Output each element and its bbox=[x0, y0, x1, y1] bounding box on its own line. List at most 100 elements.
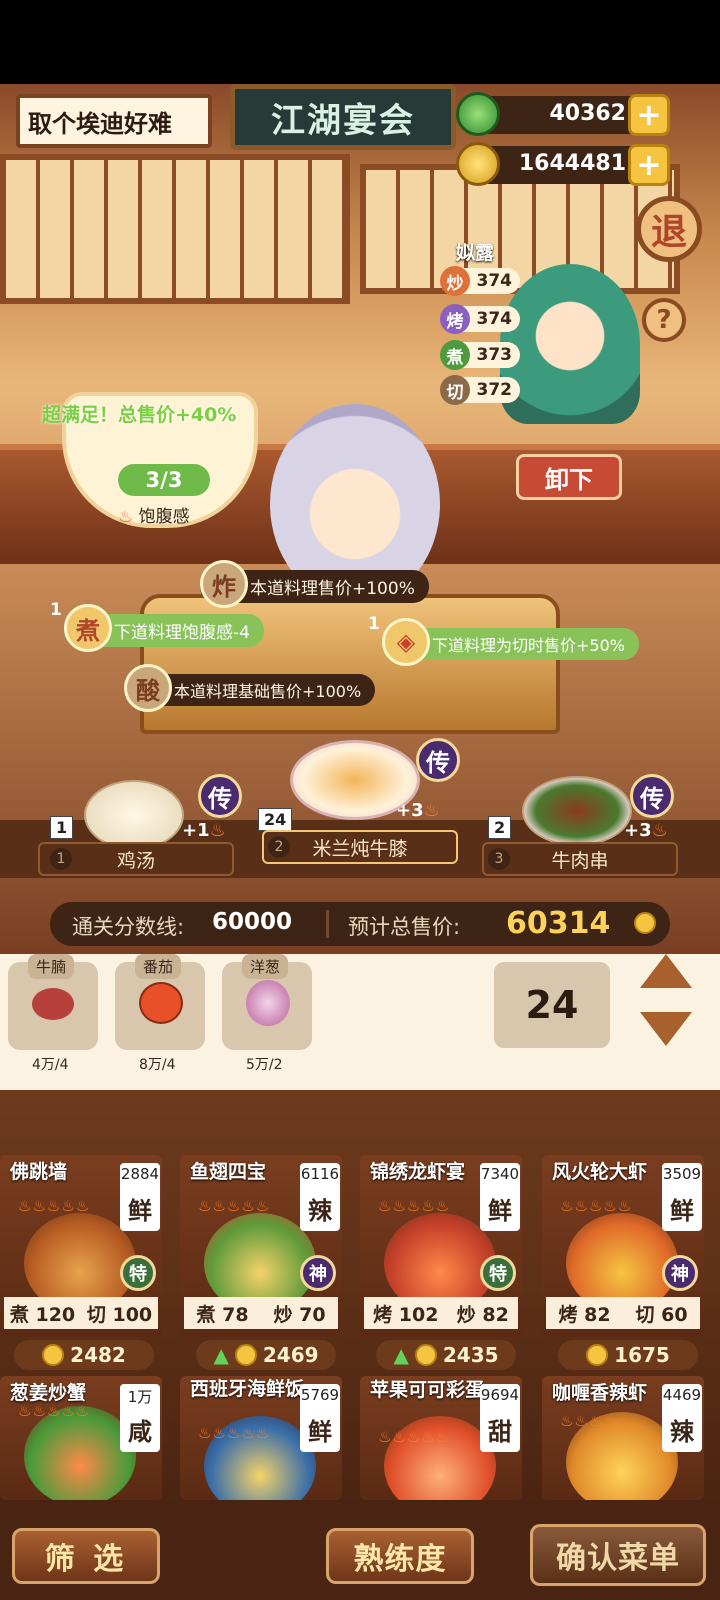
flame-icon: ♨ bbox=[423, 800, 440, 821]
dish-quantity: 1 bbox=[50, 816, 74, 839]
chef-skill: 烤 374 bbox=[440, 304, 520, 334]
chef-skill: 切 372 bbox=[440, 375, 520, 405]
chef-name: 姒露 bbox=[456, 242, 495, 264]
threshold-value: 60000 bbox=[212, 909, 293, 935]
restaurant-sign: 江湖宴会 bbox=[230, 84, 456, 150]
chef-character bbox=[500, 264, 640, 424]
effect-badge: 煮 bbox=[64, 604, 112, 652]
slot-index: 2 bbox=[268, 836, 290, 858]
ingredient-name: 牛腩 bbox=[28, 954, 75, 979]
recipe-card[interactable]: 苹果可可彩蛋 9694 甜 ♨♨♨♨♨ bbox=[360, 1376, 522, 1500]
dish-bonus: +1♨ bbox=[182, 820, 226, 841]
ingredient-amount: 5万/2 bbox=[246, 1057, 283, 1073]
recipe-price: ▲ 2435 bbox=[376, 1340, 516, 1370]
quantity-up-button[interactable] bbox=[640, 954, 692, 988]
flame-icon: ♨♨♨♨♨ bbox=[378, 1428, 451, 1446]
flame-icon: ♨♨♨♨♨ bbox=[198, 1197, 271, 1215]
dish-bonus: +3♨ bbox=[624, 820, 668, 841]
dish-bonus: +3♨ bbox=[396, 800, 440, 821]
estimate-label: 预计总售价: bbox=[348, 915, 461, 939]
effect-badge: ◈ bbox=[382, 618, 430, 666]
recipe-card[interactable]: 锦绣龙虾宴 7340 鲜 ♨♨♨♨♨ 特 烤 102 炒 82 bbox=[360, 1155, 522, 1337]
ingredient-item[interactable]: 番茄 8万/4 bbox=[115, 954, 205, 1073]
ingredient-item[interactable]: 牛腩 4万/4 bbox=[8, 954, 98, 1073]
effect-pill: 下道料理为切时售价+50% ◈ 1 bbox=[368, 614, 639, 666]
dish-name: 米兰炖牛膝 bbox=[262, 830, 458, 864]
quantity-down-button[interactable] bbox=[640, 1012, 692, 1046]
recipe-price: ▲ 2469 bbox=[196, 1340, 336, 1370]
slot-index: 1 bbox=[50, 848, 72, 870]
recipe-card[interactable]: 风火轮大虾 3509 鲜 ♨♨♨♨♨ 神 烤 82 切 60 bbox=[542, 1155, 704, 1337]
slot-index: 3 bbox=[488, 848, 510, 870]
jade-amount: 40362 bbox=[549, 101, 626, 126]
up-arrow-icon: ▲ bbox=[393, 1343, 409, 1367]
filter-button[interactable]: 筛 选 bbox=[12, 1528, 160, 1584]
chef-skill: 炒 374 bbox=[440, 266, 520, 296]
effect-count: 1 bbox=[368, 614, 380, 634]
unload-chef-button[interactable]: 卸下 bbox=[516, 454, 622, 500]
exit-button[interactable]: 退 bbox=[636, 196, 702, 262]
background-window bbox=[0, 154, 350, 304]
flame-icon: ♨♨♨♨♨ bbox=[378, 1197, 451, 1215]
help-button[interactable]: ? bbox=[642, 298, 686, 342]
score-bar: 通关分数线: 60000 预计总售价: 60314 bbox=[50, 902, 670, 946]
flame-icon: ♨♨♨♨♨ bbox=[560, 1412, 633, 1430]
flame-icon: ♨♨♨♨♨ bbox=[560, 1197, 633, 1215]
coin-amount: 1644481 bbox=[518, 151, 626, 176]
coin-icon bbox=[586, 1344, 609, 1366]
estimate-value: 60314 bbox=[506, 906, 611, 941]
divider bbox=[326, 910, 329, 938]
legend-tag: 传 bbox=[416, 738, 460, 782]
dish-quantity: 2 bbox=[488, 816, 512, 839]
recipe-card[interactable]: 鱼翅四宝 6116 辣 ♨♨♨♨♨ 神 煮 78 炒 70 bbox=[180, 1155, 342, 1337]
dish-slot-1[interactable]: 1 鸡汤 1 +1♨ 传 bbox=[38, 774, 242, 880]
recipe-card[interactable]: 西班牙海鲜饭 5769 鲜 ♨♨♨♨♨ bbox=[180, 1376, 342, 1500]
dish-image bbox=[84, 780, 184, 850]
confirm-menu-button[interactable]: 确认菜单 bbox=[530, 1524, 706, 1586]
effect-pill: 本道料理基础售价+100% 酸 bbox=[124, 664, 376, 712]
proficiency-button[interactable]: 熟练度 bbox=[326, 1528, 474, 1584]
flame-icon: ♨♨♨♨♨ bbox=[18, 1197, 91, 1215]
coin-icon bbox=[42, 1344, 65, 1366]
satisfaction-text: 超满足！总售价+40% bbox=[42, 404, 237, 426]
flame-icon: ♨♨♨♨♨ bbox=[18, 1402, 91, 1420]
onion-icon bbox=[246, 980, 290, 1026]
ingredient-amount: 4万/4 bbox=[32, 1057, 69, 1073]
ingredient-item[interactable]: 洋葱 5万/2 bbox=[222, 954, 312, 1073]
jade-currency: 40362 + bbox=[456, 92, 670, 136]
dish-slot-2[interactable]: 24 米兰炖牛膝 2 +3♨ 传 bbox=[258, 738, 460, 880]
recipe-card[interactable]: 咖喱香辣虾 4469 辣 ♨♨♨♨♨ bbox=[542, 1376, 704, 1500]
coin-currency: 1644481 + bbox=[456, 142, 670, 186]
satiety-count: 3/3 bbox=[118, 464, 210, 496]
satiety-label: ♨ 饱腹感 bbox=[118, 507, 190, 527]
quantity-display: 24 bbox=[494, 962, 610, 1048]
ingredient-name: 洋葱 bbox=[242, 954, 289, 979]
recipe-card[interactable]: 葱姜炒蟹 1万咸 ♨♨♨♨♨ bbox=[0, 1376, 162, 1500]
flame-icon: ♨ bbox=[118, 507, 134, 527]
recipe-card[interactable]: 佛跳墙 2884 鲜 ♨♨♨♨♨ 特 煮 120 切 100 bbox=[0, 1155, 162, 1337]
dish-image bbox=[522, 776, 632, 846]
add-coin-button[interactable]: + bbox=[628, 144, 670, 186]
dish-slot-3[interactable]: 2 牛肉串 3 +3♨ 传 bbox=[482, 774, 678, 880]
effect-count: 1 bbox=[50, 600, 62, 620]
effect-pill: 下道料理饱腹感-4 煮 1 bbox=[50, 600, 264, 652]
flame-icon: ♨♨♨♨♨ bbox=[198, 1424, 271, 1442]
chef-skill: 煮 373 bbox=[440, 340, 520, 370]
coin-icon bbox=[634, 912, 656, 934]
recipe-price: 2482 bbox=[14, 1340, 154, 1370]
jade-icon bbox=[456, 92, 500, 136]
effect-badge: 酸 bbox=[124, 664, 172, 712]
ingredient-name: 番茄 bbox=[135, 954, 182, 979]
coin-icon bbox=[414, 1344, 437, 1366]
player-name[interactable]: 取个埃迪好难 bbox=[16, 94, 212, 148]
flame-icon: ♨ bbox=[209, 820, 226, 841]
effect-badge: 炸 bbox=[200, 560, 248, 608]
dish-quantity: 24 bbox=[258, 808, 293, 831]
up-arrow-icon: ▲ bbox=[213, 1343, 229, 1367]
coin-icon bbox=[456, 142, 500, 186]
tomato-icon bbox=[139, 982, 183, 1024]
add-jade-button[interactable]: + bbox=[628, 94, 670, 136]
effect-pill: 本道料理售价+100% 炸 bbox=[200, 560, 429, 608]
legend-tag: 传 bbox=[630, 774, 674, 818]
recipe-price: 1675 bbox=[558, 1340, 698, 1370]
